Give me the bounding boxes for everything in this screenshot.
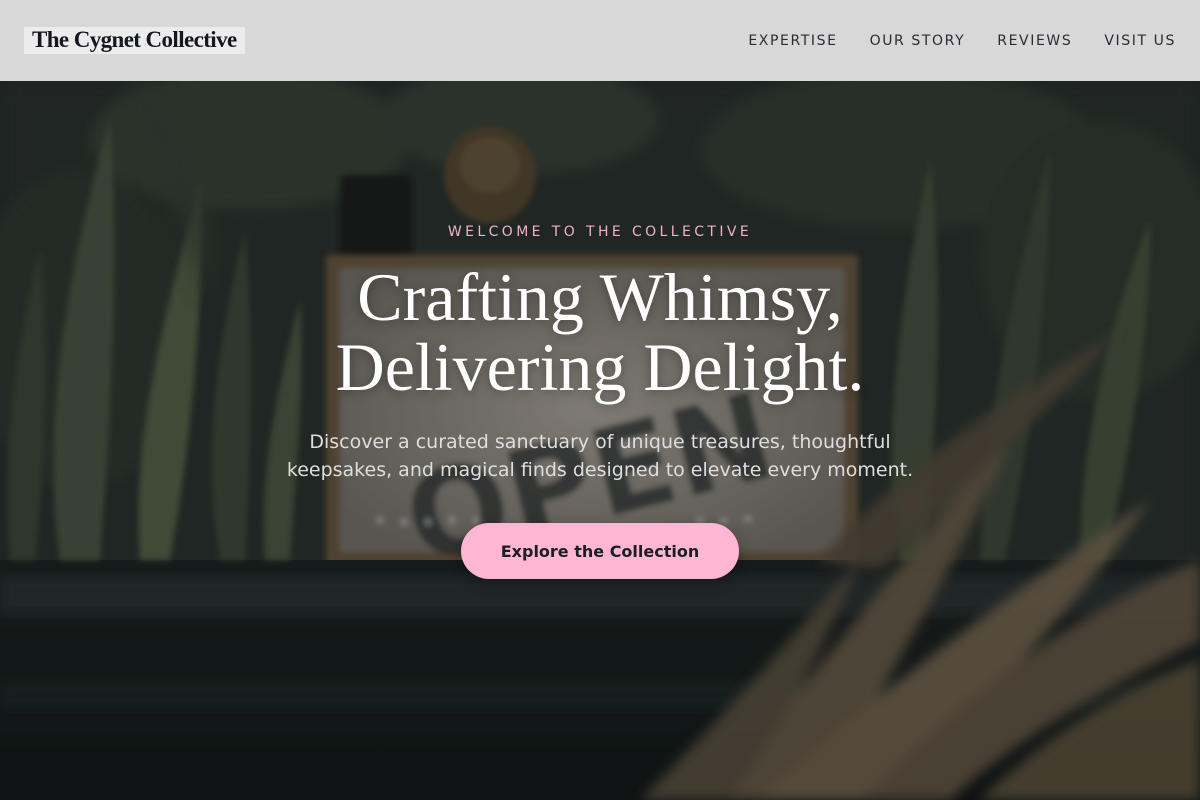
nav-link-our-story[interactable]: OUR STORY xyxy=(870,33,966,49)
site-logo[interactable]: The Cygnet Collective xyxy=(24,27,245,54)
hero-content: WELCOME TO THE COLLECTIVE Crafting Whims… xyxy=(0,0,1200,800)
main-nav: EXPERTISE OUR STORY REVIEWS VISIT US xyxy=(716,33,1176,49)
nav-link-reviews[interactable]: REVIEWS xyxy=(997,33,1072,49)
explore-collection-button[interactable]: Explore the Collection xyxy=(461,523,739,579)
site-header: The Cygnet Collective EXPERTISE OUR STOR… xyxy=(0,0,1200,81)
hero-eyebrow: WELCOME TO THE COLLECTIVE xyxy=(447,224,753,240)
nav-link-expertise[interactable]: EXPERTISE xyxy=(748,33,837,49)
hero-subtext: Discover a curated sanctuary of unique t… xyxy=(286,431,914,481)
hero-headline-line-1: Crafting Whimsy, xyxy=(357,259,843,335)
hero-headline-line-2: Delivering Delight. xyxy=(335,329,865,405)
hero-headline: Crafting Whimsy, Delivering Delight. xyxy=(0,262,1200,402)
nav-link-visit-us[interactable]: VISIT US xyxy=(1104,33,1176,49)
